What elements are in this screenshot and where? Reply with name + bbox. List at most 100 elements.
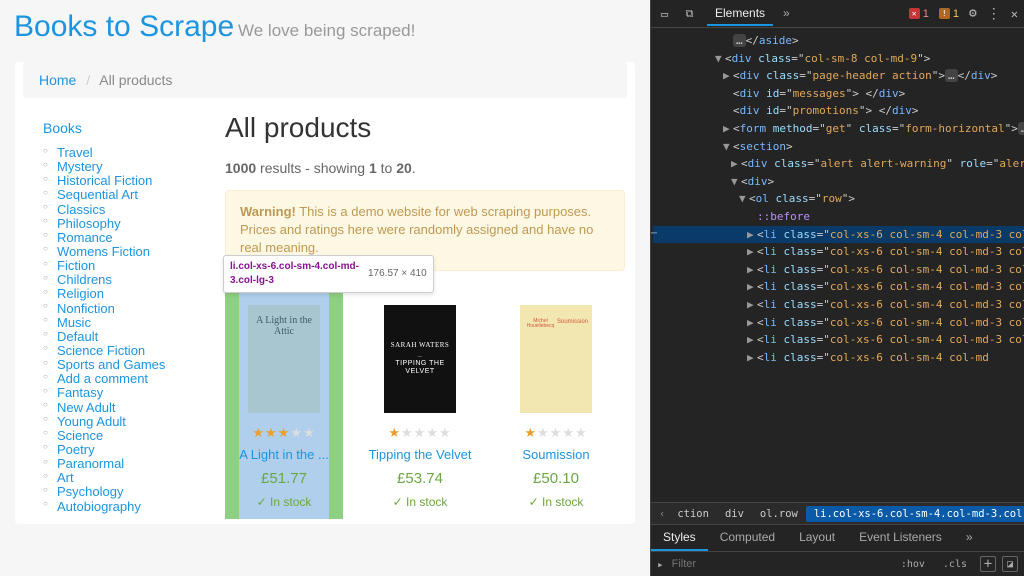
category-link[interactable]: Autobiography bbox=[57, 499, 141, 514]
sidebar-item: Sequential Art bbox=[43, 188, 205, 202]
styles-tab[interactable]: Computed bbox=[708, 525, 787, 551]
dom-node[interactable]: ▶<div class="alert alert-warning" role="… bbox=[653, 155, 1024, 173]
category-link[interactable]: Sports and Games bbox=[57, 357, 165, 372]
category-link[interactable]: Fantasy bbox=[57, 385, 103, 400]
dom-node[interactable]: ::before bbox=[653, 208, 1024, 226]
product-title[interactable]: A Light in the ... bbox=[225, 447, 343, 462]
crumb-item[interactable]: li.col-xs-6.col-sm-4.col-md-3.col-lg-3 bbox=[806, 506, 1024, 522]
tab-more-icon[interactable] bbox=[775, 2, 798, 26]
category-link[interactable]: Philosophy bbox=[57, 216, 121, 231]
new-style-rule-icon[interactable] bbox=[980, 556, 996, 572]
dom-node[interactable]: ▶<li class="col-xs-6 col-sm-4 col-md-3 c… bbox=[653, 331, 1024, 349]
dom-node[interactable]: ▶<li class="col-xs-6 col-sm-4 col-md-3 c… bbox=[653, 296, 1024, 314]
crumb-left-icon[interactable]: ‹ bbox=[655, 508, 669, 520]
category-link[interactable]: Art bbox=[57, 470, 74, 485]
sidebar-item: Poetry bbox=[43, 443, 205, 457]
dom-node[interactable]: ▼<section> bbox=[653, 138, 1024, 156]
category-link[interactable]: Classics bbox=[57, 202, 105, 217]
sidebar-header[interactable]: Books bbox=[43, 120, 205, 136]
product-card[interactable]: Michel HouellebecqSoumission★★★★★Soumiss… bbox=[497, 289, 615, 519]
product-title[interactable]: Soumission bbox=[497, 447, 615, 462]
dom-node[interactable]: ⋯▶<li class="col-xs-6 col-sm-4 col-md-3 … bbox=[653, 226, 1024, 244]
warning-alert: Warning! This is a demo website for web … bbox=[225, 190, 625, 271]
styles-filter-input[interactable] bbox=[672, 558, 888, 570]
dom-node[interactable]: ▼<div class="col-sm-8 col-md-9"> bbox=[653, 50, 1024, 68]
crumb-item[interactable]: div bbox=[717, 506, 752, 522]
sidebar-item: Sports and Games bbox=[43, 358, 205, 372]
dom-node[interactable]: ▶<li class="col-xs-6 col-sm-4 col-md-3 c… bbox=[653, 261, 1024, 279]
tooltip-selector: li.col-xs-6.col-sm-4.col-md-3.col-lg-3 bbox=[230, 260, 360, 288]
dom-node[interactable]: ▼<div> bbox=[653, 173, 1024, 191]
category-link[interactable]: Mystery bbox=[57, 159, 103, 174]
results-to: 20 bbox=[396, 160, 412, 176]
close-icon[interactable] bbox=[1011, 7, 1018, 21]
site-title-link[interactable]: Books to Scrape bbox=[14, 10, 234, 43]
dom-node[interactable]: ▶<form method="get" class="form-horizont… bbox=[653, 120, 1024, 138]
crumb-item[interactable]: ol.row bbox=[752, 506, 806, 522]
category-link[interactable]: New Adult bbox=[57, 400, 116, 415]
device-toggle-icon[interactable] bbox=[682, 6, 697, 21]
tab-elements[interactable]: Elements bbox=[707, 2, 773, 26]
dom-node[interactable]: <div id="messages"> </div> bbox=[653, 85, 1024, 103]
category-link[interactable]: Young Adult bbox=[57, 414, 126, 429]
hov-toggle[interactable]: :hov bbox=[896, 557, 930, 572]
category-link[interactable]: Default bbox=[57, 329, 98, 344]
star-rating: ★★★★★ bbox=[361, 425, 479, 441]
category-link[interactable]: Womens Fiction bbox=[57, 244, 150, 259]
category-link[interactable]: Music bbox=[57, 315, 91, 330]
category-link[interactable]: Psychology bbox=[57, 484, 123, 499]
category-link[interactable]: Nonfiction bbox=[57, 301, 115, 316]
styles-tab[interactable]: Layout bbox=[787, 525, 847, 551]
dom-node[interactable]: ▶<li class="col-xs-6 col-sm-4 col-md-3 c… bbox=[653, 278, 1024, 296]
sidebar-item: Default bbox=[43, 330, 205, 344]
breadcrumb: Home / All products bbox=[23, 62, 627, 98]
cls-toggle[interactable]: .cls bbox=[938, 557, 972, 572]
gear-icon[interactable] bbox=[969, 6, 977, 21]
styles-tool-icon[interactable]: ◪ bbox=[1002, 556, 1018, 572]
product-card[interactable]: SARAH WATERS—TIPPING THE VELVET★★★★★Tipp… bbox=[361, 289, 479, 519]
category-link[interactable]: Science Fiction bbox=[57, 343, 145, 358]
product-stock: In stock bbox=[225, 495, 343, 509]
sidebar-item: Young Adult bbox=[43, 415, 205, 429]
filter-expand-icon[interactable]: ▸ bbox=[657, 558, 664, 571]
tooltip-dimensions: 176.57 × 410 bbox=[368, 267, 427, 281]
styles-tab[interactable]: Styles bbox=[651, 525, 708, 551]
sidebar-item: Add a comment bbox=[43, 372, 205, 386]
sidebar: Books TravelMysteryHistorical FictionSeq… bbox=[25, 106, 215, 524]
category-link[interactable]: Add a comment bbox=[57, 371, 148, 386]
breadcrumb-sep: / bbox=[80, 72, 96, 88]
dom-node[interactable]: ▶<div class="page-header action">…</div> bbox=[653, 67, 1024, 85]
breadcrumb-home[interactable]: Home bbox=[39, 72, 76, 88]
category-link[interactable]: Poetry bbox=[57, 442, 95, 457]
sidebar-item: Music bbox=[43, 316, 205, 330]
styles-tab[interactable]: Event Listeners bbox=[847, 525, 954, 551]
dom-node[interactable]: ▶<li class="col-xs-6 col-sm-4 col-md-3 c… bbox=[653, 243, 1024, 261]
product-price: £51.77 bbox=[225, 470, 343, 487]
product-row: A Light in the Attic★★★★★A Light in the … bbox=[225, 289, 625, 519]
error-count[interactable]: ✕1 bbox=[909, 8, 929, 20]
dom-node[interactable]: …</aside> bbox=[653, 32, 1024, 50]
styles-tab-more-icon[interactable] bbox=[954, 525, 985, 551]
category-link[interactable]: Sequential Art bbox=[57, 187, 138, 202]
category-link[interactable]: Childrens bbox=[57, 272, 112, 287]
category-link[interactable]: Romance bbox=[57, 230, 113, 245]
category-link[interactable]: Historical Fiction bbox=[57, 173, 152, 188]
product-card[interactable]: A Light in the Attic★★★★★A Light in the … bbox=[225, 289, 343, 519]
dom-node[interactable]: ▶<li class="col-xs-6 col-sm-4 col-md bbox=[653, 349, 1024, 367]
category-link[interactable]: Science bbox=[57, 428, 103, 443]
dom-node[interactable]: <div id="promotions"> </div> bbox=[653, 102, 1024, 120]
kebab-icon[interactable] bbox=[987, 6, 1001, 22]
results-total: 1000 bbox=[225, 160, 256, 176]
category-link[interactable]: Travel bbox=[57, 145, 93, 160]
crumb-item[interactable]: ction bbox=[669, 506, 717, 522]
category-link[interactable]: Fiction bbox=[57, 258, 95, 273]
inspect-icon[interactable] bbox=[657, 6, 672, 21]
warning-count[interactable]: !1 bbox=[939, 8, 959, 20]
dom-node[interactable]: ▶<li class="col-xs-6 col-sm-4 col-md-3 c… bbox=[653, 314, 1024, 332]
dom-node[interactable]: ▼<ol class="row"> bbox=[653, 190, 1024, 208]
dom-tree[interactable]: …</aside>▼<div class="col-sm-8 col-md-9"… bbox=[651, 28, 1024, 502]
category-link[interactable]: Religion bbox=[57, 286, 104, 301]
sidebar-item: Fantasy bbox=[43, 386, 205, 400]
product-title[interactable]: Tipping the Velvet bbox=[361, 447, 479, 462]
category-link[interactable]: Paranormal bbox=[57, 456, 124, 471]
